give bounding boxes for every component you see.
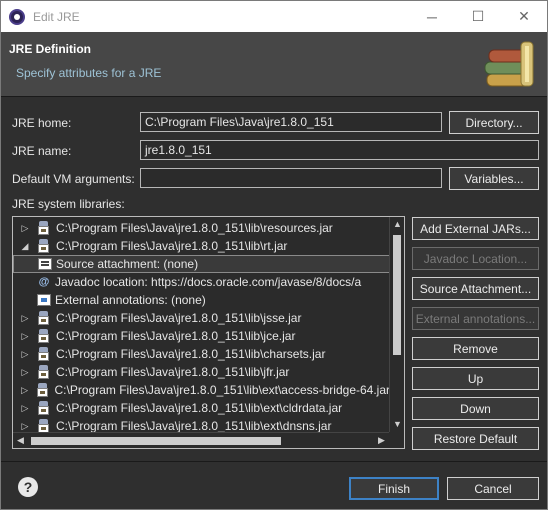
title-bar: Edit JRE ─ ☐ ✕ (1, 1, 547, 32)
collapsed-chevron-icon[interactable]: ▷ (19, 403, 31, 414)
library-row-label: C:\Program Files\Java\jre1.8.0_151\lib\j… (56, 365, 290, 379)
library-jar-row[interactable]: ▷ C:\Program Files\Java\jre1.8.0_151\lib\… (13, 219, 390, 237)
source-attachment-icon (38, 258, 52, 270)
library-jar-row[interactable]: ▷ C:\Program Files\Java\jre1.8.0_151\lib\… (13, 309, 390, 327)
window-title: Edit JRE (33, 9, 80, 24)
jar-icon (37, 401, 50, 415)
javadoc-icon: @ (38, 276, 50, 288)
collapsed-chevron-icon[interactable]: ▷ (19, 349, 31, 360)
jre-name-label: JRE name: (12, 144, 72, 158)
library-jar-row[interactable]: ◢ C:\Program Files\Java\jre1.8.0_151\lib\… (13, 237, 390, 255)
directory-button[interactable]: Directory... (449, 111, 539, 134)
help-icon[interactable]: ? (18, 477, 38, 497)
library-row-label: C:\Program Files\Java\jre1.8.0_151\lib\j… (56, 329, 296, 343)
library-attribute-row[interactable]: Source attachment: (none) (13, 255, 390, 273)
source-attachment-button[interactable]: Source Attachment... (412, 277, 539, 300)
edit-jre-dialog: Edit JRE ─ ☐ ✕ JRE Definition Specify at… (0, 0, 548, 510)
restore-default-button[interactable]: Restore Default (412, 427, 539, 450)
javadoc-location-button[interactable]: Javadoc Location... (412, 247, 539, 270)
library-row-label: C:\Program Files\Java\jre1.8.0_151\lib\r… (56, 221, 333, 235)
jar-icon (37, 311, 50, 325)
jar-icon (37, 221, 50, 235)
library-row-label: Javadoc location: https://docs.oracle.co… (55, 275, 362, 289)
dialog-header: JRE Definition Specify attributes for a … (1, 32, 547, 96)
footer-separator (1, 461, 547, 462)
jre-home-field[interactable]: C:\Program Files\Java\jre1.8.0_151 (140, 112, 442, 132)
add-external-jars-button[interactable]: Add External JARs... (412, 217, 539, 240)
scroll-up-icon[interactable]: ▲ (390, 217, 404, 232)
library-attribute-row[interactable]: External annotations: (none) (13, 291, 390, 309)
library-row-label: C:\Program Files\Java\jre1.8.0_151\lib\e… (56, 419, 332, 433)
scroll-down-icon[interactable]: ▼ (390, 417, 404, 432)
jar-icon (37, 329, 50, 343)
library-tree[interactable]: ▷ C:\Program Files\Java\jre1.8.0_151\lib\… (12, 216, 405, 449)
collapsed-chevron-icon[interactable]: ▷ (19, 223, 31, 234)
library-row-label: C:\Program Files\Java\jre1.8.0_151\lib\e… (56, 401, 343, 415)
jre-books-icon (484, 41, 534, 87)
vertical-scrollbar[interactable]: ▲ ▼ (389, 217, 404, 433)
jre-home-label: JRE home: (12, 116, 72, 130)
remove-button[interactable]: Remove (412, 337, 539, 360)
minimize-button[interactable]: ─ (409, 1, 455, 32)
library-jar-row[interactable]: ▷ C:\Program Files\Java\jre1.8.0_151\lib\… (13, 363, 390, 381)
library-row-label: C:\Program Files\Java\jre1.8.0_151\lib\e… (54, 383, 390, 397)
jar-icon (37, 419, 50, 433)
jar-icon (37, 239, 50, 253)
external-annotations-button[interactable]: External annotations... (412, 307, 539, 330)
up-button[interactable]: Up (412, 367, 539, 390)
finish-button[interactable]: Finish (349, 477, 439, 500)
library-jar-row[interactable]: ▷ C:\Program Files\Java\jre1.8.0_151\lib\… (13, 399, 390, 417)
expanded-chevron-icon[interactable]: ◢ (19, 241, 31, 252)
jar-icon (37, 347, 50, 361)
variables-button[interactable]: Variables... (449, 167, 539, 190)
annotations-icon (37, 294, 51, 306)
library-row-label: C:\Program Files\Java\jre1.8.0_151\lib\j… (56, 311, 302, 325)
library-jar-row[interactable]: ▷ C:\Program Files\Java\jre1.8.0_151\lib\… (13, 327, 390, 345)
library-jar-row[interactable]: ▷ C:\Program Files\Java\jre1.8.0_151\lib\… (13, 381, 390, 399)
library-row-label: External annotations: (none) (55, 293, 206, 307)
maximize-button[interactable]: ☐ (455, 1, 501, 32)
collapsed-chevron-icon[interactable]: ▷ (19, 421, 31, 432)
scroll-right-icon[interactable]: ▶ (374, 433, 389, 448)
system-libraries-label: JRE system libraries: (12, 197, 125, 211)
close-button[interactable]: ✕ (501, 1, 547, 32)
collapsed-chevron-icon[interactable]: ▷ (19, 367, 31, 378)
collapsed-chevron-icon[interactable]: ▷ (19, 313, 31, 324)
collapsed-chevron-icon[interactable]: ▷ (19, 331, 31, 342)
horizontal-scroll-thumb[interactable] (31, 437, 281, 445)
header-subtitle: Specify attributes for a JRE (16, 66, 162, 80)
vm-arguments-label: Default VM arguments: (12, 172, 135, 186)
cancel-button[interactable]: Cancel (447, 477, 539, 500)
eclipse-icon (9, 8, 25, 25)
jar-icon (37, 365, 50, 379)
jre-name-field[interactable]: jre1.8.0_151 (140, 140, 539, 160)
library-attribute-row[interactable]: @ Javadoc location: https://docs.oracle.c… (13, 273, 390, 291)
library-row-label: C:\Program Files\Java\jre1.8.0_151\lib\r… (56, 239, 288, 253)
library-row-label: Source attachment: (none) (56, 257, 199, 271)
header-separator (1, 96, 547, 97)
library-row-label: C:\Program Files\Java\jre1.8.0_151\lib\c… (56, 347, 326, 361)
scroll-corner (389, 432, 404, 448)
vm-arguments-field[interactable] (140, 168, 442, 188)
library-jar-row[interactable]: ▷ C:\Program Files\Java\jre1.8.0_151\lib\… (13, 345, 390, 363)
scroll-left-icon[interactable]: ◀ (13, 433, 28, 448)
collapsed-chevron-icon[interactable]: ▷ (19, 385, 30, 396)
vertical-scroll-thumb[interactable] (393, 235, 401, 355)
horizontal-scrollbar[interactable]: ◀ ▶ (13, 432, 390, 448)
down-button[interactable]: Down (412, 397, 539, 420)
jar-icon (36, 383, 49, 397)
header-title: JRE Definition (9, 42, 92, 56)
